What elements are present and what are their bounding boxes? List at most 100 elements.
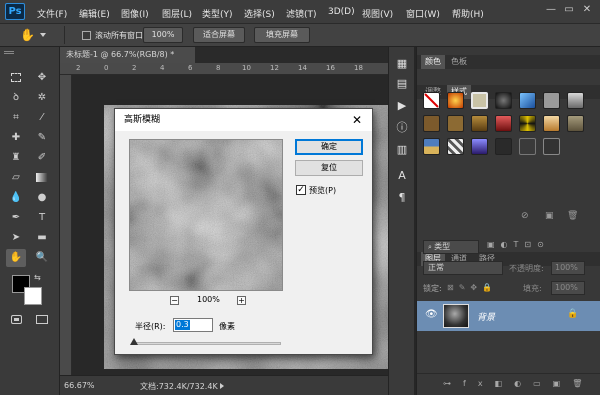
radius-slider-thumb[interactable] [130, 338, 138, 345]
actions-play-icon[interactable]: ▶ [395, 99, 409, 113]
dialog-titlebar[interactable]: 高斯模糊 [115, 109, 372, 131]
clone-stamp-tool-icon[interactable]: ♜ [6, 149, 26, 167]
zoom-in-button[interactable]: + [237, 296, 246, 305]
tab-color[interactable]: 颜色 [421, 55, 445, 69]
paragraph-panel-icon[interactable]: ¶ [395, 191, 409, 205]
lock-icons[interactable]: ⊠✎✥🔒 [447, 283, 497, 292]
close-window-button[interactable]: ✕ [580, 4, 594, 16]
style-swatch[interactable] [447, 138, 464, 155]
reset-button[interactable]: 复位 [295, 160, 363, 176]
zoom-out-button[interactable]: − [170, 296, 179, 305]
eraser-tool-icon[interactable]: ▱ [6, 169, 26, 187]
brush-presets-icon[interactable]: ▥ [395, 143, 409, 157]
close-icon[interactable]: ✕ [350, 113, 364, 127]
type-tool-icon[interactable]: T [32, 209, 52, 227]
delete-style-icon[interactable]: 🗑 [567, 211, 578, 221]
menu-edit[interactable]: 编辑(E) [79, 7, 110, 20]
style-swatch[interactable] [519, 92, 536, 109]
quick-mask-icon[interactable] [6, 311, 26, 329]
style-swatch[interactable] [447, 92, 464, 109]
info-panel-icon[interactable]: ⓘ [395, 121, 409, 135]
fit-screen-button[interactable]: 适合屏幕 [193, 27, 245, 43]
tab-swatches[interactable]: 色板 [447, 55, 471, 69]
clear-style-icon[interactable]: ⊘ [521, 211, 529, 221]
menu-layer[interactable]: 图层(L) [162, 7, 192, 20]
style-swatch[interactable] [543, 115, 560, 132]
menu-3d[interactable]: 3D(D) [328, 7, 355, 17]
history-brush-tool-icon[interactable]: ✐ [32, 149, 52, 167]
screen-mode-icon[interactable] [32, 311, 52, 329]
style-swatch[interactable] [495, 92, 512, 109]
zoom-tool-icon[interactable]: 🔍 [32, 249, 52, 267]
crop-tool-icon[interactable]: ⌗ [6, 109, 26, 127]
style-swatch[interactable] [519, 138, 536, 155]
preview-checkbox[interactable]: ✓ [296, 185, 306, 195]
style-swatch[interactable] [567, 115, 584, 132]
menu-filter[interactable]: 滤镜(T) [286, 7, 317, 20]
ok-button[interactable]: 确定 [295, 139, 363, 155]
radius-slider-track[interactable] [133, 342, 281, 345]
character-panel-icon[interactable]: A [395, 169, 409, 183]
style-swatch-selected[interactable] [471, 92, 488, 109]
visibility-eye-icon[interactable]: 👁 [425, 309, 438, 320]
menu-view[interactable]: 视图(V) [362, 7, 393, 20]
rectangle-tool-icon[interactable]: ▬ [32, 229, 52, 247]
style-swatch[interactable] [471, 138, 488, 155]
status-menu-arrow-icon[interactable] [220, 383, 224, 389]
pen-tool-icon[interactable]: ✒ [6, 209, 26, 227]
opacity-input[interactable]: 100% [551, 261, 585, 275]
layers-footer-icons[interactable]: ⊶fx◧◐▭▣🗑 [443, 379, 594, 388]
style-swatch[interactable] [543, 92, 560, 109]
document-tab[interactable]: 未标题-1 @ 66.7%(RGB/8) * [60, 47, 195, 63]
minimize-button[interactable]: — [544, 4, 558, 16]
layer-row-background[interactable]: 👁 背景 🔒 [417, 301, 600, 331]
layer-filter-icons[interactable]: ▣◐T⊡⊙ [487, 240, 550, 249]
style-swatch[interactable] [519, 115, 536, 132]
menu-window[interactable]: 窗口(W) [406, 7, 440, 20]
fill-input[interactable]: 100% [551, 281, 585, 295]
menu-select[interactable]: 选择(S) [244, 7, 275, 20]
path-selection-tool-icon[interactable]: ➤ [6, 229, 26, 247]
style-swatch[interactable] [471, 115, 488, 132]
style-swatch[interactable] [495, 138, 512, 155]
style-swatch[interactable] [567, 92, 584, 109]
marquee-tool-icon[interactable] [6, 69, 26, 87]
scroll-all-checkbox[interactable] [82, 31, 91, 40]
history-panel-icon[interactable]: ▦ [395, 57, 409, 71]
menu-help[interactable]: 帮助(H) [452, 7, 484, 20]
style-swatch[interactable] [495, 115, 512, 132]
style-swatch[interactable] [423, 138, 440, 155]
zoom-100-button[interactable]: 100% [143, 27, 183, 43]
style-swatch[interactable] [423, 115, 440, 132]
style-swatch[interactable] [447, 115, 464, 132]
lasso-tool-icon[interactable]: ꝺ [6, 89, 26, 107]
hand-tool-icon[interactable]: ✋ [6, 249, 26, 267]
tool-preset-dropdown-icon[interactable] [40, 33, 46, 38]
menu-image[interactable]: 图像(I) [121, 7, 149, 20]
radius-input[interactable]: 0.3 [173, 318, 213, 332]
style-swatch[interactable] [543, 138, 560, 155]
restore-button[interactable]: ▭ [562, 4, 576, 16]
style-swatch-none[interactable] [423, 92, 440, 109]
swap-colors-icon[interactable]: ⇆ [34, 273, 41, 282]
new-style-icon[interactable]: ▣ [545, 211, 554, 221]
fill-screen-button[interactable]: 填充屏幕 [254, 27, 310, 43]
magic-wand-tool-icon[interactable]: ✲ [32, 89, 52, 107]
menu-type[interactable]: 类型(Y) [202, 7, 233, 20]
layer-filter-select[interactable]: ⌕ 类型 [423, 240, 479, 254]
healing-brush-tool-icon[interactable]: ✚ [6, 129, 26, 147]
dodge-tool-icon[interactable]: ● [32, 189, 52, 207]
eyedropper-tool-icon[interactable]: ⁄ [32, 109, 52, 127]
menu-file[interactable]: 文件(F) [37, 7, 67, 20]
brush-tool-icon[interactable]: ✎ [32, 129, 52, 147]
status-zoom[interactable]: 66.67% [64, 381, 95, 390]
gradient-tool-icon[interactable] [32, 169, 52, 187]
blur-tool-icon[interactable]: 💧 [6, 189, 26, 207]
background-color-swatch[interactable] [24, 287, 42, 305]
blend-mode-select[interactable]: 正常 [423, 261, 503, 275]
hand-tool-icon[interactable]: ✋ [20, 27, 38, 43]
blur-preview[interactable] [129, 139, 283, 291]
layer-name[interactable]: 背景 [477, 310, 495, 323]
move-tool-icon[interactable]: ✥ [32, 69, 52, 87]
properties-panel-icon[interactable]: ▤ [395, 77, 409, 91]
